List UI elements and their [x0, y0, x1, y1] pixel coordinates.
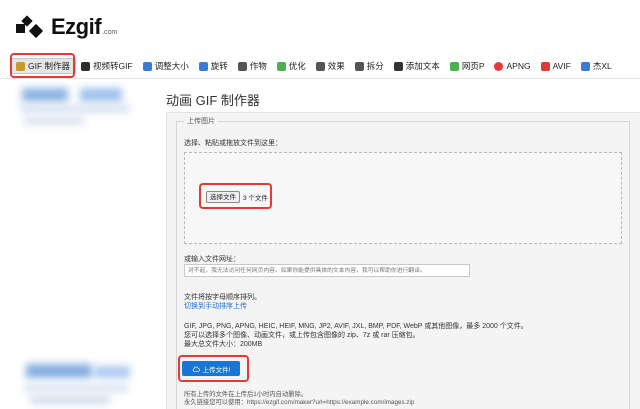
nav-divider: [0, 78, 640, 79]
nav-item-label: 视频转GIF: [93, 61, 133, 71]
ad-blur-block: [26, 364, 92, 378]
nav-item-label: GIF 制作器: [28, 61, 71, 71]
nav-item-split[interactable]: 拆分: [350, 58, 389, 74]
apng-icon: [494, 61, 504, 71]
nav-item-jxl[interactable]: 杰XL: [576, 58, 617, 74]
nav-item-label: AVIF: [552, 61, 571, 71]
nav-item-label: 调整大小: [154, 61, 189, 71]
site-logo[interactable]: Ezgif .com: [14, 14, 117, 40]
add-text-icon: [393, 61, 403, 71]
ad-blur-block: [22, 88, 68, 102]
nav-item-label: 网页P: [461, 61, 485, 71]
jxl-icon: [580, 61, 590, 71]
choose-file-button[interactable]: 选择文件: [206, 191, 240, 203]
page-title: 动画 GIF 制作器: [166, 93, 260, 108]
nav-item-optimize[interactable]: 优化: [272, 58, 311, 74]
crop-icon: [237, 61, 247, 71]
main-nav: GIF 制作器 视频转GIF 调整大小 旋转 作物 优化 效果 拆分 添加文本 …: [10, 56, 640, 76]
effects-icon: [315, 61, 325, 71]
file-picker: 选择文件 3 个文件: [206, 191, 268, 203]
cloud-upload-icon: [192, 366, 200, 372]
url-input[interactable]: [184, 264, 470, 277]
nav-item-crop[interactable]: 作物: [233, 58, 272, 74]
nav-item-label: 作物: [249, 61, 267, 71]
nav-item-rotate[interactable]: 旋转: [194, 58, 233, 74]
ad-blur-block: [20, 105, 130, 113]
nav-item-label: 拆分: [366, 61, 384, 71]
upload-button[interactable]: 上传文件!: [182, 361, 240, 376]
ad-blur-block: [94, 366, 130, 378]
split-icon: [354, 61, 364, 71]
ad-blur-block: [80, 88, 122, 102]
nav-item-label: 杰XL: [592, 61, 612, 71]
rotate-icon: [198, 61, 208, 71]
webp-icon: [449, 61, 459, 71]
max-size-note: 最大总文件大小：200MB: [184, 341, 263, 348]
nav-item-webp[interactable]: 网页P: [445, 58, 490, 74]
url-label: 或输入文件网址：: [184, 256, 240, 263]
avif-icon: [540, 61, 550, 71]
logo-text: Ezgif: [51, 14, 102, 39]
nav-item-label: 旋转: [210, 61, 228, 71]
manual-sort-link[interactable]: 切换到手动排序上传: [184, 301, 247, 311]
nav-item-add-text[interactable]: 添加文本: [389, 58, 445, 74]
video-to-gif-icon: [81, 61, 91, 71]
logo-suffix: .com: [102, 28, 118, 36]
nav-item-apng[interactable]: APNG: [489, 58, 535, 74]
logo-icon: [16, 15, 44, 39]
nav-item-label: 效果: [327, 61, 345, 71]
ad-blur-block: [24, 118, 84, 124]
gif-maker-icon: [16, 61, 25, 71]
file-count: 3 个文件: [243, 195, 268, 202]
upload-button-label: 上传文件!: [202, 366, 231, 374]
nav-item-video-to-gif[interactable]: 视频转GIF: [76, 58, 138, 74]
nav-item-label: 添加文本: [405, 61, 440, 71]
nav-item-effects[interactable]: 效果: [311, 58, 350, 74]
nav-item-label: APNG: [506, 61, 531, 71]
nav-item-avif[interactable]: AVIF: [536, 58, 576, 74]
permalink-note: 永久链接您可以使用：https://ezgif.com/maker?url=ht…: [184, 399, 415, 406]
ad-blur-block: [24, 384, 128, 392]
nav-item-gif-maker[interactable]: GIF 制作器: [10, 58, 77, 74]
select-files-label: 选择、粘贴或拖放文件到这里：: [184, 140, 282, 147]
nav-item-label: 优化: [288, 61, 306, 71]
nav-item-resize[interactable]: 调整大小: [138, 58, 194, 74]
resize-icon: [142, 61, 152, 71]
optimize-icon: [276, 61, 286, 71]
upload-legend: 上传图片: [184, 116, 218, 126]
ad-blur-block: [30, 396, 110, 404]
